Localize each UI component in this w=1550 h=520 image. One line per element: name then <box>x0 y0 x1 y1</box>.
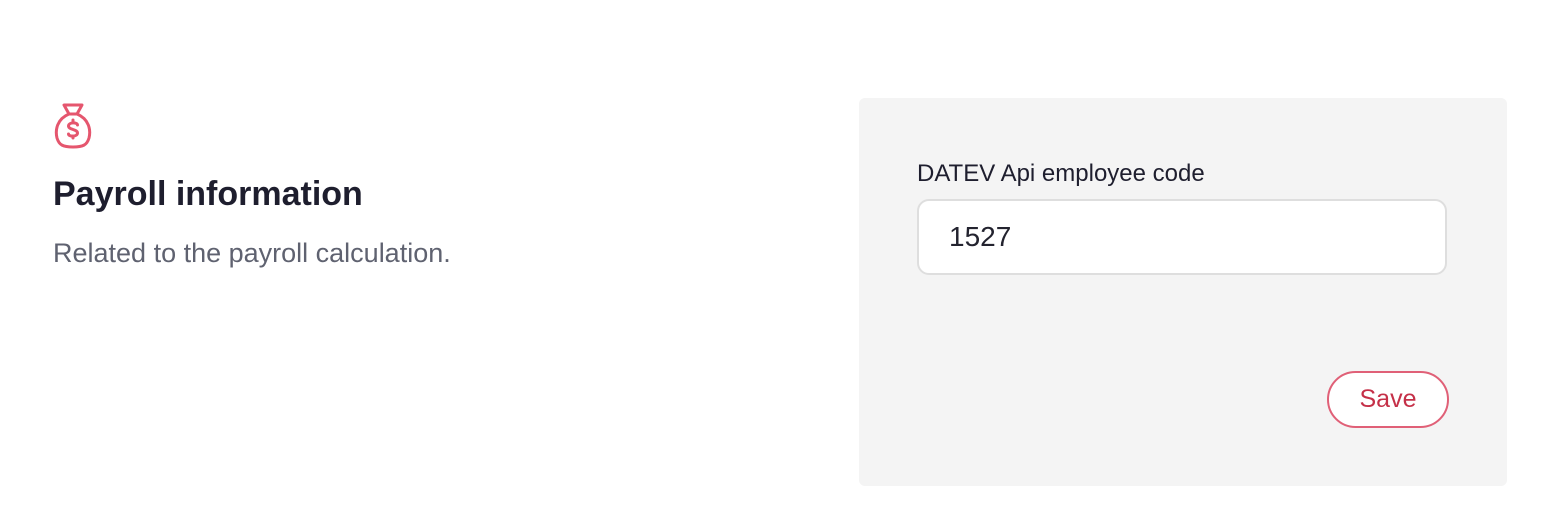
section-subtitle: Related to the payroll calculation. <box>53 238 451 269</box>
money-bag-icon <box>54 103 92 149</box>
datev-employee-code-input[interactable] <box>917 199 1447 275</box>
save-button[interactable]: Save <box>1327 371 1449 428</box>
section-info: Payroll information Related to the payro… <box>53 100 753 270</box>
datev-employee-code-label: DATEV Api employee code <box>917 160 1205 187</box>
payroll-settings-page: Payroll information Related to the payro… <box>0 0 1550 520</box>
section-title: Payroll information <box>53 175 363 213</box>
payroll-form-panel: DATEV Api employee code Save <box>859 98 1507 486</box>
